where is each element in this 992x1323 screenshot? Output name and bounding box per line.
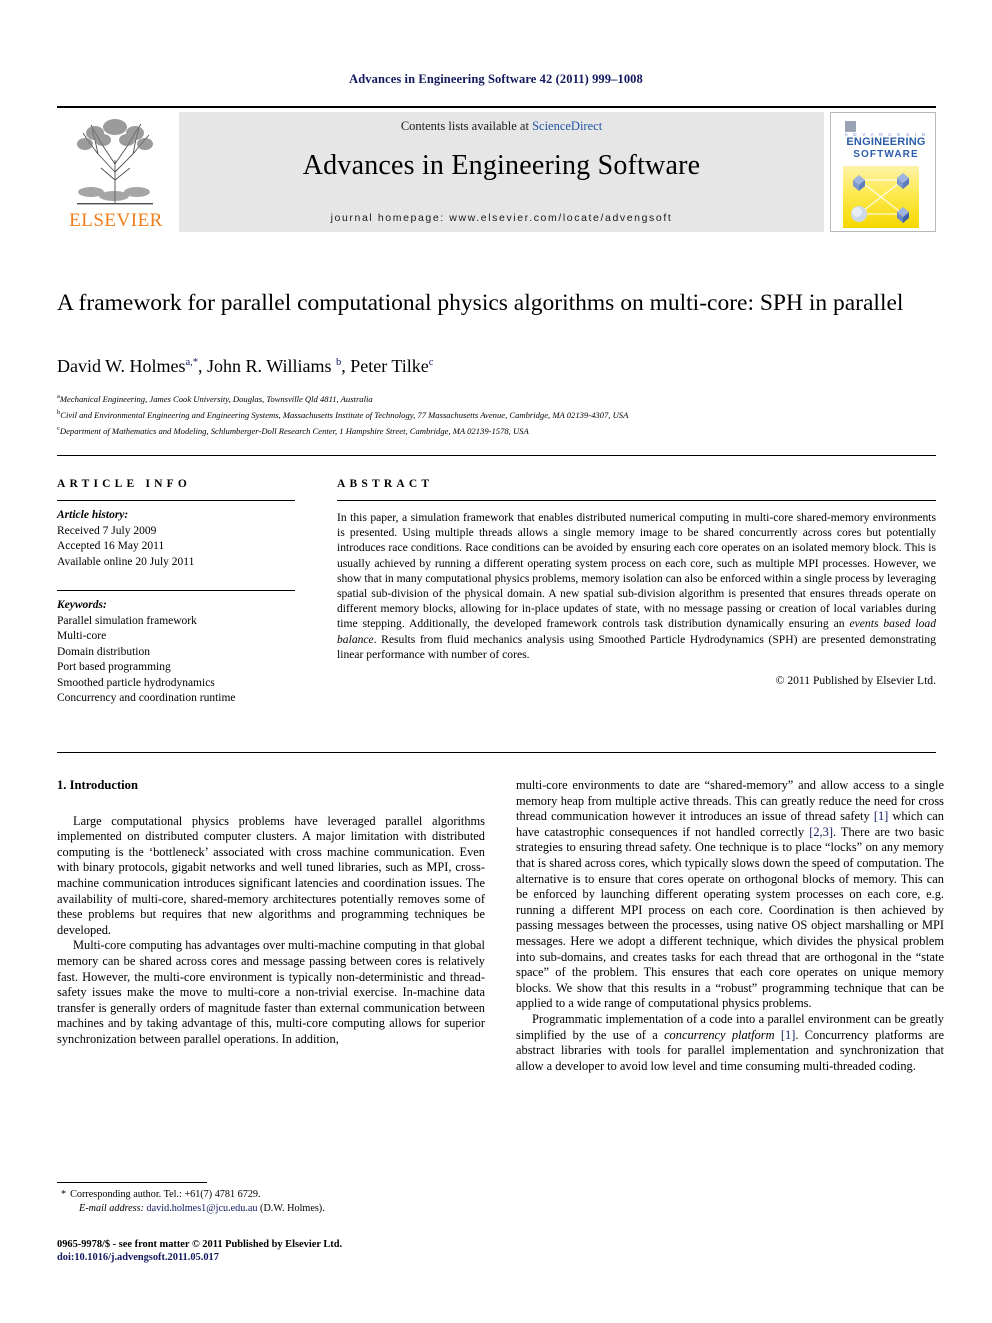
citation-ref[interactable]: [1] xyxy=(874,809,888,823)
affiliation-item: cDepartment of Mathematics and Modeling,… xyxy=(57,422,937,438)
author-mark: b xyxy=(336,357,342,368)
citation-ref[interactable]: [2,3] xyxy=(809,825,833,839)
asterisk-icon: * xyxy=(61,1189,67,1200)
article-history-item: Received 7 July 2009 xyxy=(57,524,157,537)
elsevier-wordmark: ELSEVIER xyxy=(69,210,163,231)
contents-list-line: Contents lists available at ScienceDirec… xyxy=(179,119,824,134)
keywords-block: Keywords: Parallel simulation framework … xyxy=(57,598,295,707)
author-name: David W. Holmes xyxy=(57,356,186,376)
article-info-heading: ARTICLE INFO xyxy=(57,478,192,490)
article-history-item: Accepted 16 May 2011 xyxy=(57,540,165,552)
imprint-block: 0965-9978/$ - see front matter © 2011 Pu… xyxy=(57,1238,517,1265)
elsevier-logo: ELSEVIER xyxy=(57,112,175,232)
cover-publisher-mark-icon xyxy=(845,121,856,132)
footnote-rule xyxy=(57,1182,207,1183)
cover-artwork-icon xyxy=(843,165,919,228)
cover-software-label: SOFTWARE xyxy=(853,148,919,160)
journal-cover-thumbnail: A D V A N C E S I N ENGINEERING SOFTWARE xyxy=(830,112,936,232)
corresponding-author-note: * Corresponding author. Tel.: +61(7) 4781… xyxy=(57,1188,487,1202)
author-mark: c xyxy=(428,357,434,368)
keyword-item: Smoothed particle hydrodynamics xyxy=(57,676,215,689)
body-paragraph: Multi-core computing has advantages over… xyxy=(57,938,485,1046)
article-info-block: ARTICLE INFO Article history: Received 7… xyxy=(57,478,295,707)
email-suffix: (D.W. Holmes). xyxy=(260,1203,325,1214)
footnote-block: * Corresponding author. Tel.: +61(7) 4781… xyxy=(57,1188,487,1216)
abstract-heading: ABSTRACT xyxy=(337,478,434,490)
body-paragraph: Programmatic implementation of a code in… xyxy=(516,1012,944,1074)
author-name: John R. Williams xyxy=(207,356,332,376)
author-mark: a,* xyxy=(185,357,199,368)
article-info-rule xyxy=(57,500,295,501)
affiliation-item: aMechanical Engineering, James Cook Univ… xyxy=(57,390,937,406)
keyword-item: Port based programming xyxy=(57,661,171,673)
abstract-copyright: © 2011 Published by Elsevier Ltd. xyxy=(775,674,936,688)
journal-title-band: Contents lists available at ScienceDirec… xyxy=(179,112,824,232)
abstract-part-1: In this paper, a simulation framework th… xyxy=(337,511,936,631)
cover-engineering-label: ENGINEERING xyxy=(846,136,926,148)
affiliation-item: bCivil and Environmental Engineering and… xyxy=(57,406,937,422)
contents-prefix: Contents lists available at xyxy=(400,119,533,133)
doi-line[interactable]: doi:10.1016/j.advengsoft.2011.05.017 xyxy=(57,1251,517,1264)
email-label: E-mail address: xyxy=(79,1203,144,1214)
body-text: . There are two basic strategies to ensu… xyxy=(516,824,945,1011)
article-title: A framework for parallel computational p… xyxy=(57,290,904,316)
keyword-item: Multi-core xyxy=(57,630,107,642)
affiliation-text: Civil and Environmental Engineering and … xyxy=(60,409,629,420)
journal-masthead: ELSEVIER Contents lists available at Sci… xyxy=(57,106,936,232)
article-first-page: Advances in Engineering Software 42 (201… xyxy=(0,0,992,1323)
article-history-item: Available online 20 July 2011 xyxy=(57,555,195,568)
introduction-left-column: 1. Introduction Large computational phys… xyxy=(57,778,485,1048)
corresponding-author-text: Corresponding author. Tel.: +61(7) 4781 … xyxy=(70,1189,261,1200)
journal-name: Advances in Engineering Software xyxy=(302,150,701,181)
info-section-bottom-rule xyxy=(57,752,936,753)
introduction-right-column: multi-core environments to date are “sha… xyxy=(516,778,944,1074)
abstract-rule xyxy=(337,500,936,501)
affiliation-list: aMechanical Engineering, James Cook Univ… xyxy=(57,390,937,438)
author-name: Peter Tilke xyxy=(350,356,429,376)
abstract-block: ABSTRACT In this paper, a simulation fra… xyxy=(337,478,936,687)
body-paragraph: multi-core environments to date are “sha… xyxy=(516,778,944,1012)
article-history-label: Article history: xyxy=(57,509,129,521)
issn-front-matter: 0965-9978/$ - see front matter © 2011 Pu… xyxy=(57,1239,343,1250)
keyword-item: Domain distribution xyxy=(57,645,150,658)
keywords-label: Keywords: xyxy=(57,599,107,611)
info-section-top-rule xyxy=(57,455,936,456)
abstract-text: In this paper, a simulation framework th… xyxy=(337,510,936,662)
keyword-item: Concurrency and coordination runtime xyxy=(57,692,236,704)
running-head: Advances in Engineering Software 42 (201… xyxy=(349,72,643,86)
email-link[interactable]: david.holmes1@jcu.edu.au xyxy=(147,1203,258,1214)
journal-homepage[interactable]: journal homepage: www.elsevier.com/locat… xyxy=(179,212,824,224)
affiliation-text: Mechanical Engineering, James Cook Unive… xyxy=(59,393,373,404)
affiliation-text: Department of Mathematics and Modeling, … xyxy=(59,425,529,436)
abstract-part-2: . Results from fluid mechanics analysis … xyxy=(337,632,936,661)
elsevier-tree-icon xyxy=(77,119,153,205)
body-paragraph: Large computational physics problems hav… xyxy=(57,813,485,937)
author-list: David W. Holmesa,*, John R. Williams b, … xyxy=(57,356,434,376)
sciencedirect-link[interactable]: ScienceDirect xyxy=(532,119,602,133)
body-emphasis: concurrency platform xyxy=(664,1027,775,1042)
keywords-rule xyxy=(57,590,295,591)
email-note: E-mail address: david.holmes1@jcu.edu.au… xyxy=(57,1202,487,1216)
introduction-heading: 1. Introduction xyxy=(57,778,138,792)
citation-ref[interactable]: [1] xyxy=(781,1028,795,1042)
keyword-item: Parallel simulation framework xyxy=(57,614,197,627)
